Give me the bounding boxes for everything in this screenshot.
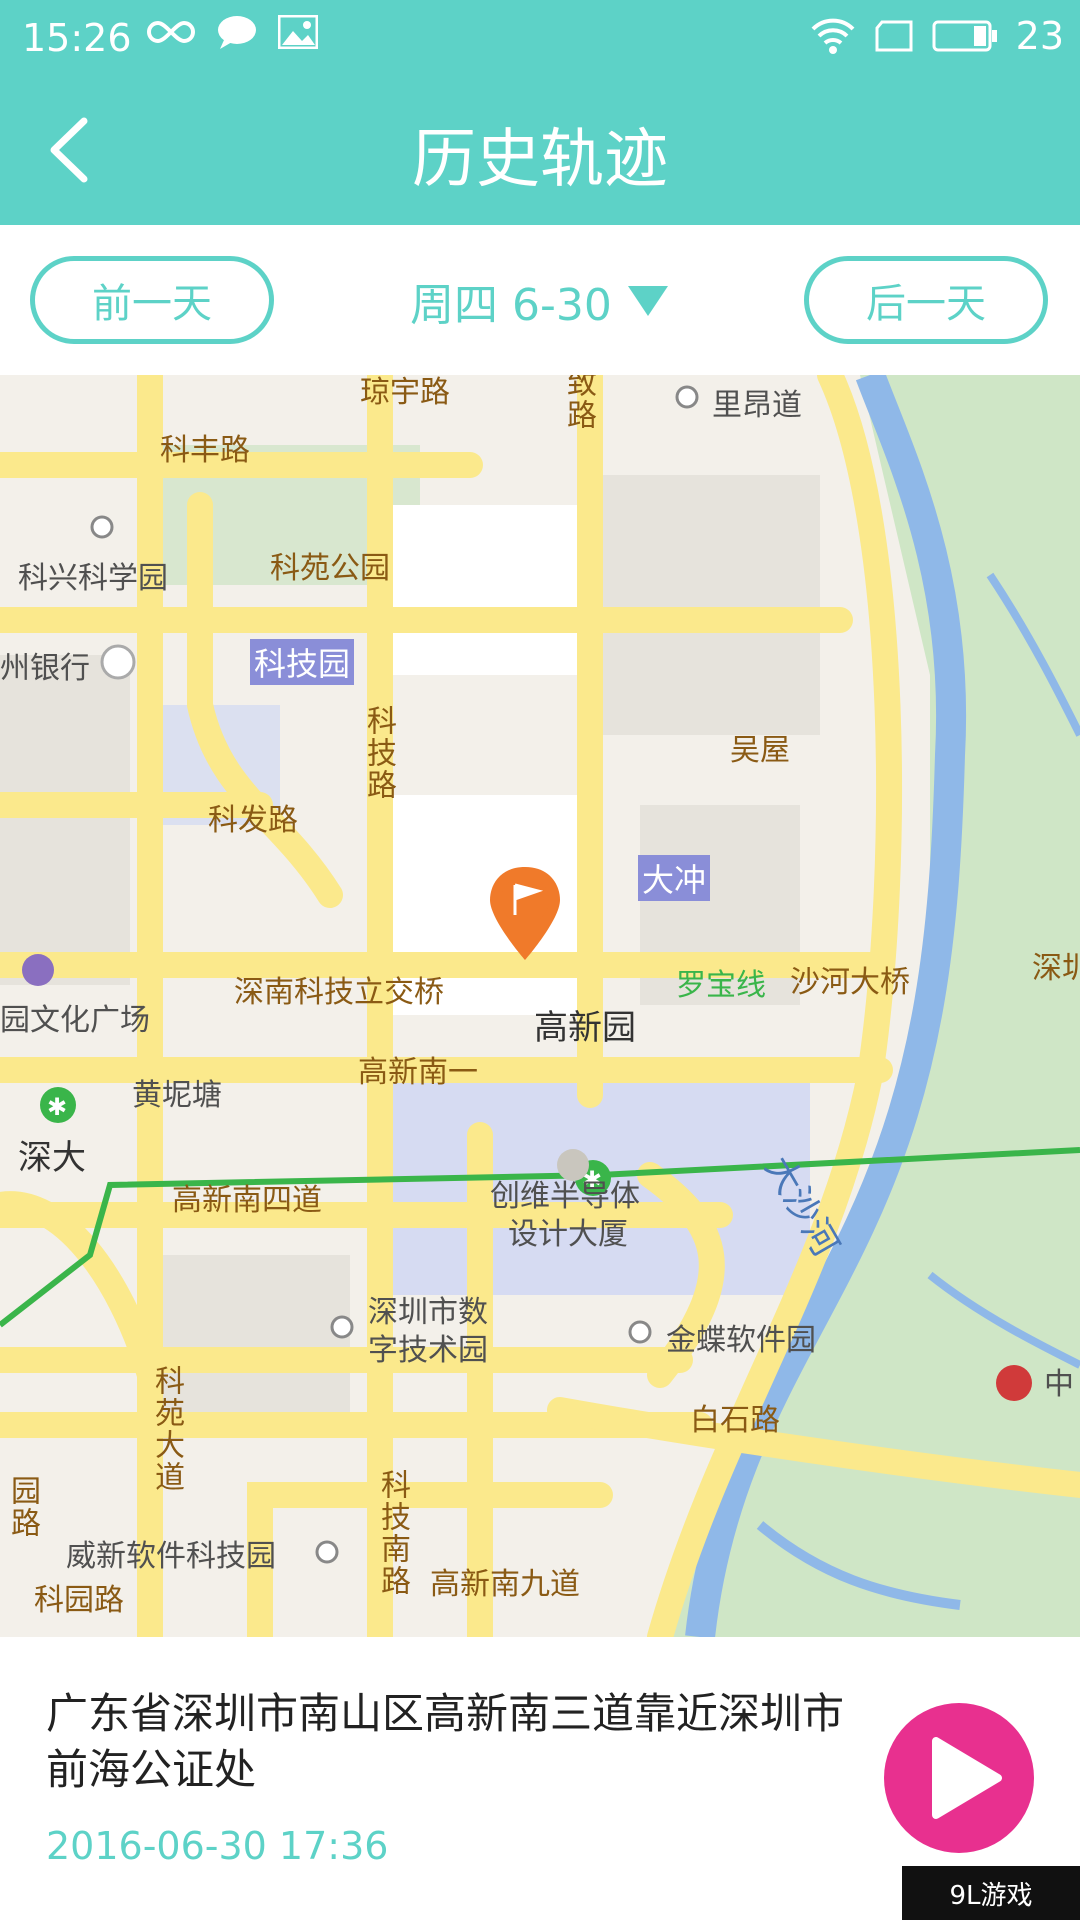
status-icons-left	[146, 14, 318, 50]
map-label: 科苑大道	[149, 1365, 184, 1493]
location-timestamp: 2016-06-30 17:36	[46, 1824, 389, 1868]
svg-text:✱: ✱	[47, 1093, 67, 1121]
status-time: 15:26	[22, 16, 132, 60]
map-label: 字技术园	[368, 1333, 488, 1368]
metro-station-icon: ✱	[40, 1087, 76, 1123]
date-label: 周四 6-30	[410, 280, 612, 331]
image-icon	[278, 15, 318, 49]
map-label: 科园路	[34, 1583, 124, 1618]
bank-icon	[100, 644, 136, 680]
shopping-icon	[22, 954, 54, 986]
bank-logo-icon	[996, 1365, 1032, 1401]
map-label: 科苑公园	[270, 551, 390, 586]
location-address: 广东省深圳市南山区高新南三道靠近深圳市前海公证处	[46, 1689, 845, 1794]
map-label: 沙河大桥	[790, 965, 910, 1000]
triangle-down-icon	[627, 286, 668, 316]
map-label: 高新南四道	[172, 1183, 322, 1218]
map-label: 园路	[5, 1475, 40, 1539]
map-label: 科兴科学园	[18, 561, 168, 596]
map-label: 州银行	[0, 651, 90, 686]
infinity-icon	[146, 20, 196, 44]
map-label: 科技路	[361, 705, 396, 801]
sim-icon	[875, 20, 913, 52]
status-bar: 15:26 23	[0, 0, 1080, 76]
map-label: 罗宝线	[676, 968, 766, 1003]
map-label: 高新南九道	[430, 1567, 580, 1602]
watermark-logo: 9L游戏	[902, 1866, 1080, 1920]
map-label: 高新园	[534, 1008, 636, 1048]
map-label: 吴屋	[730, 733, 790, 768]
map-label: 高新南一	[358, 1055, 478, 1090]
map-label: 科发路	[208, 803, 298, 838]
play-icon	[932, 1737, 1002, 1819]
map-label: 里昂道	[712, 388, 802, 423]
map-label: 科技南路	[375, 1469, 410, 1597]
map-area-label: 大冲	[638, 855, 711, 901]
date-selector[interactable]: 周四 6-30	[380, 266, 700, 336]
play-button[interactable]	[884, 1703, 1034, 1853]
map-label: 深大	[18, 1138, 86, 1178]
map-view[interactable]: ✱ ✱ 琼宇路 致路 里昂道 科丰路 科兴科学园 科苑公园 州银行 科技园 科技…	[0, 375, 1080, 1637]
next-day-button[interactable]: 后一天	[804, 256, 1048, 344]
map-label: 琼宇路	[360, 375, 450, 410]
map-label: 深圳	[1032, 951, 1080, 986]
chat-icon	[218, 16, 256, 49]
map-label: 科丰路	[160, 433, 250, 468]
page-title: 历史轨迹	[412, 123, 668, 197]
map-label: 中	[1044, 1367, 1074, 1402]
map-label: 设计大厦	[508, 1217, 628, 1252]
map-label: 黄坭塘	[132, 1078, 222, 1113]
map-label: 园文化广场	[0, 1003, 150, 1038]
map-area-label: 科技园	[250, 639, 355, 685]
map-label: 威新软件科技园	[66, 1539, 276, 1574]
map-label: 深南科技立交桥	[234, 975, 444, 1010]
status-icons-right: 23	[810, 14, 1064, 58]
battery-level: 23	[1015, 14, 1064, 58]
map-label: 金蝶软件园	[666, 1323, 816, 1358]
prev-day-button[interactable]: 前一天	[30, 256, 274, 344]
battery-icon	[932, 20, 997, 52]
wifi-icon	[811, 18, 855, 54]
map-label: 致路	[561, 375, 596, 431]
map-label: 白石路	[690, 1403, 780, 1438]
